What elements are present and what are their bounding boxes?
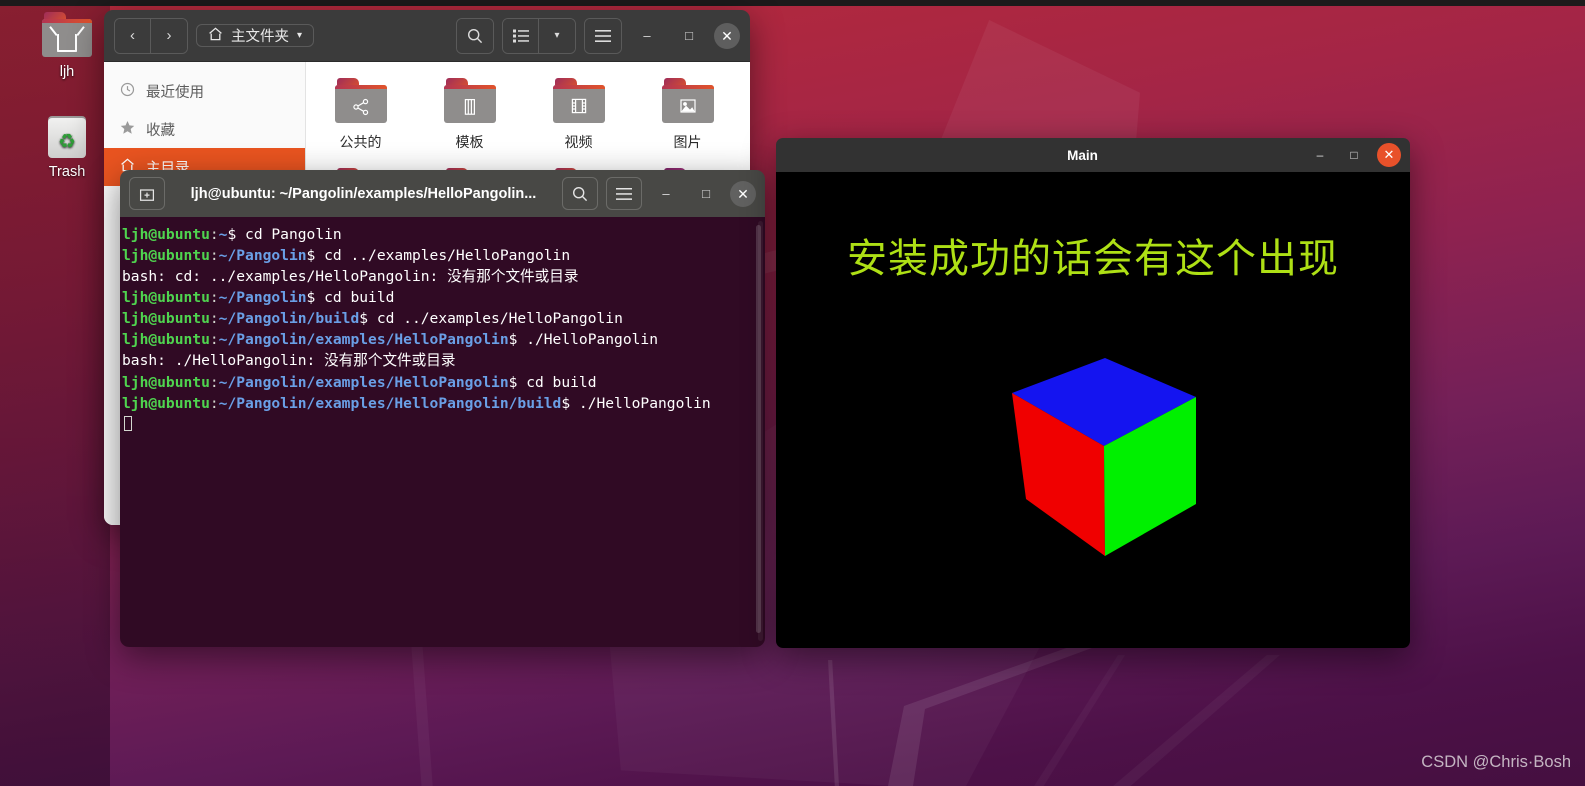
terminal-titlebar: ljh@ubuntu: ~/Pangolin/examples/HelloPan…: [120, 170, 765, 217]
hamburger-menu-icon[interactable]: [585, 18, 621, 53]
wallpaper-line-3: [828, 660, 840, 786]
menu-button-group: [584, 17, 622, 54]
folder-item-public[interactable]: 公共的: [306, 78, 415, 152]
home-icon: [208, 26, 223, 45]
close-button[interactable]: ✕: [730, 180, 756, 207]
terminal-prompt-line: ljh@ubuntu:~/Pangolin/examples/HelloPang…: [122, 394, 711, 412]
pangolin-window: Main – □ ✕ 安装成功的话会有这个出现: [776, 138, 1410, 648]
terminal-scrollbar[interactable]: [756, 221, 763, 641]
path-label: 主文件夹: [231, 29, 289, 45]
new-tab-icon[interactable]: [129, 177, 165, 210]
maximize-button[interactable]: □: [672, 28, 706, 43]
wallpaper-line-4: [1108, 655, 1280, 786]
forward-button[interactable]: ›: [151, 18, 187, 53]
terminal-prompt-line: ljh@ubuntu:~/Pangolin$ cd ../examples/He…: [122, 247, 571, 265]
minimize-button[interactable]: –: [630, 28, 664, 43]
folder-item-label: 公共的: [339, 134, 382, 150]
back-button[interactable]: ‹: [115, 18, 151, 53]
rgb-cube-render: [1012, 358, 1196, 556]
view-chevron-down-icon[interactable]: ▾: [539, 18, 575, 53]
terminal-prompt-line: ljh@ubuntu:~/Pangolin/examples/HelloPang…: [122, 373, 597, 391]
folder-item-label: 图片: [673, 134, 702, 150]
sidebar-item-label: 收藏: [146, 122, 175, 139]
view-options-group: ▾: [502, 17, 576, 54]
sidebar-item-starred[interactable]: 收藏: [104, 110, 305, 148]
top-panel: [0, 0, 1585, 6]
pangolin-titlebar: Main – □ ✕: [776, 138, 1410, 172]
chevron-down-icon[interactable]: ▾: [297, 30, 302, 41]
terminal-output-line: bash: ./HelloPangolin: 没有那个文件或目录: [122, 352, 456, 370]
folder-item-templates[interactable]: 模板: [415, 78, 524, 152]
star-icon: [120, 120, 135, 139]
folder-item-videos[interactable]: 视频: [524, 78, 633, 152]
search-icon[interactable]: [562, 177, 598, 210]
folder-row-1: 公共的 模板 视频 图片: [306, 78, 750, 168]
pictures-folder-icon: [661, 78, 714, 126]
terminal-prompt-line: ljh@ubuntu:~$ cd Pangolin: [122, 226, 342, 243]
desktop: ljh ♻ Trash ‹ › 主文件夹 ▾ ▾ – □ ✕ 最近使用 收藏 主…: [0, 0, 1585, 786]
folder-item-pictures[interactable]: 图片: [633, 78, 742, 152]
wallpaper-line-2: [887, 640, 1106, 786]
path-bar[interactable]: 主文件夹 ▾: [196, 24, 315, 47]
home-folder-icon: [42, 12, 92, 60]
wallpaper-line-5: [1032, 655, 1126, 786]
pangolin-title: Main: [1067, 147, 1098, 163]
search-icon[interactable]: [457, 18, 493, 53]
close-button[interactable]: ✕: [714, 22, 740, 49]
maximize-button[interactable]: □: [1337, 148, 1371, 162]
terminal-prompt-line: ljh@ubuntu:~/Pangolin/build$ cd ../examp…: [122, 310, 623, 328]
share-folder-icon: [334, 78, 387, 126]
file-manager-titlebar: ‹ › 主文件夹 ▾ ▾ – □ ✕: [104, 10, 750, 62]
search-button-group: [456, 17, 494, 54]
nav-button-group: ‹ ›: [114, 17, 188, 54]
folder-item-label: 视频: [564, 134, 593, 150]
videos-folder-icon: [552, 78, 605, 126]
folder-item-label: 模板: [455, 134, 484, 150]
csdn-watermark: CSDN @Chris·Bosh: [1421, 753, 1571, 771]
terminal-prompt-line: ljh@ubuntu:~/Pangolin/examples/HelloPang…: [122, 331, 658, 349]
pangolin-gl-canvas[interactable]: 安装成功的话会有这个出现: [776, 172, 1410, 648]
desktop-icon-label: ljh: [59, 64, 75, 80]
terminal-prompt-line: ljh@ubuntu:~/Pangolin$ cd build: [122, 289, 395, 307]
terminal-line-list: ljh@ubuntu:~$ cd Pangolin ljh@ubuntu:~/Pa…: [120, 224, 765, 435]
hamburger-menu-icon[interactable]: [606, 177, 642, 210]
minimize-button[interactable]: –: [1303, 148, 1337, 162]
terminal-scrollbar-thumb[interactable]: [756, 225, 761, 633]
sidebar-item-label: 最近使用: [146, 84, 204, 101]
close-button[interactable]: ✕: [1377, 143, 1401, 167]
clock-icon: [120, 82, 135, 101]
minimize-button[interactable]: –: [650, 186, 682, 201]
terminal-output[interactable]: ljh@ubuntu:~$ cd Pangolin ljh@ubuntu:~/Pa…: [120, 217, 765, 647]
terminal-title: ljh@ubuntu: ~/Pangolin/examples/HelloPan…: [190, 185, 537, 202]
terminal-cursor: [120, 414, 765, 435]
list-view-icon[interactable]: [503, 18, 539, 53]
terminal-output-line: bash: cd: ../examples/HelloPangolin: 没有那…: [122, 268, 579, 286]
desktop-icon-trash[interactable]: ♻ Trash: [28, 112, 106, 180]
desktop-icon-home[interactable]: ljh: [28, 12, 106, 80]
trash-icon: ♻: [42, 112, 92, 160]
templates-folder-icon: [443, 78, 496, 126]
desktop-icon-label: Trash: [48, 164, 86, 180]
terminal-window: ljh@ubuntu: ~/Pangolin/examples/HelloPan…: [120, 170, 765, 647]
sidebar-item-recent[interactable]: 最近使用: [104, 72, 305, 110]
maximize-button[interactable]: □: [690, 186, 722, 201]
